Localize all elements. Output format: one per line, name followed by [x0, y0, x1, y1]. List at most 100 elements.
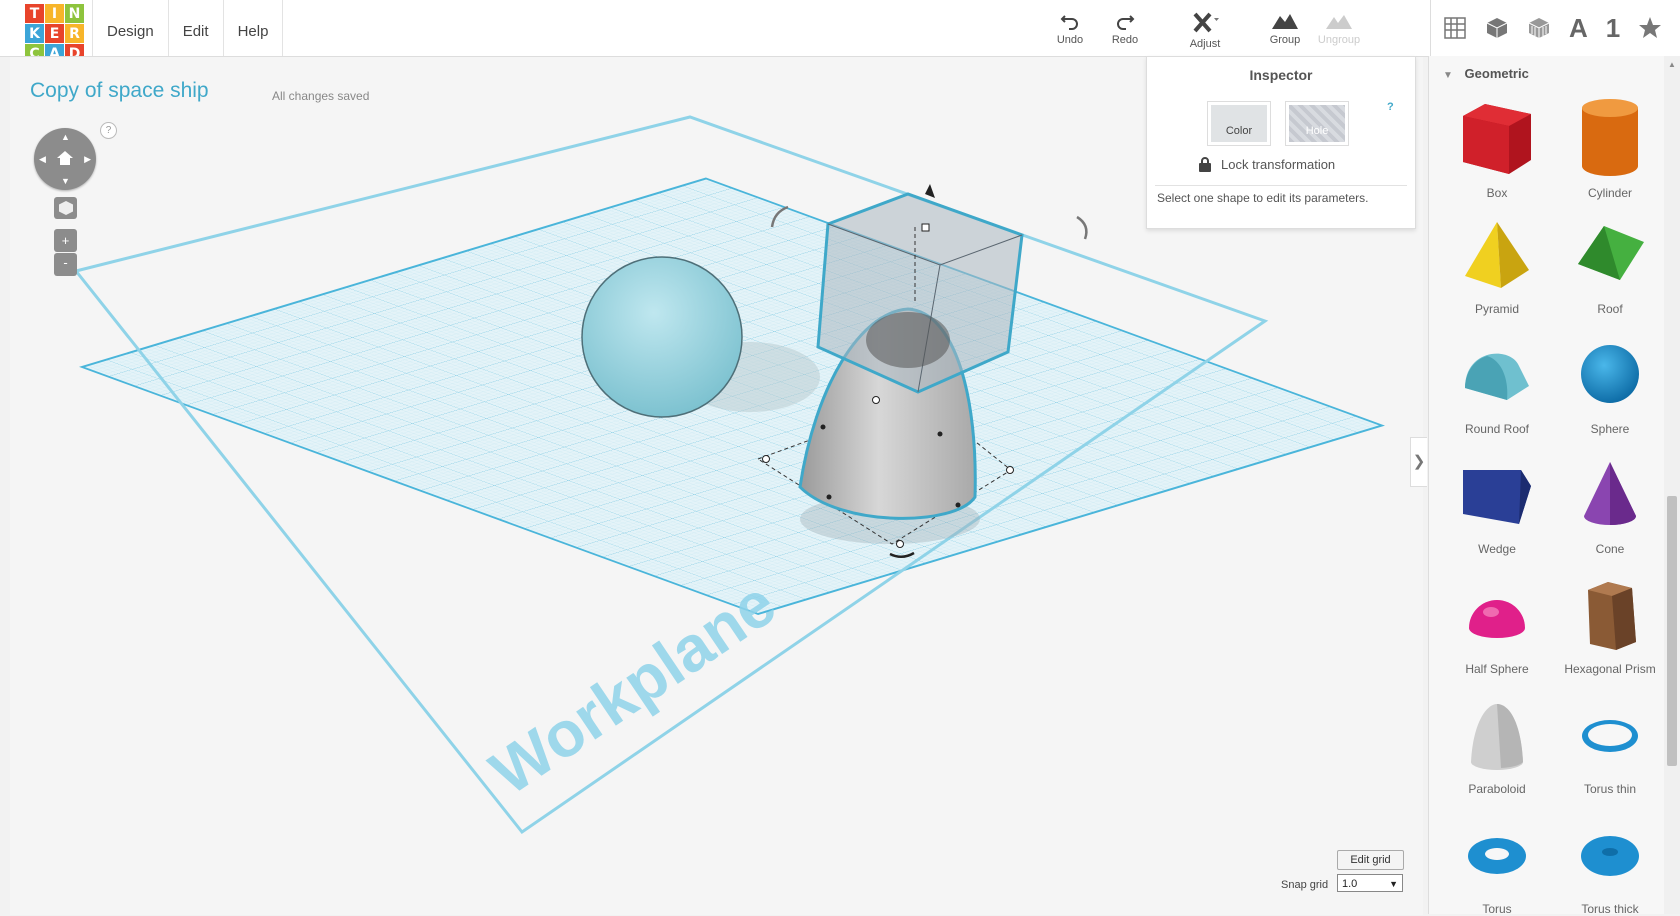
cube-icon: [58, 201, 73, 215]
shape-roof[interactable]: Roof: [1555, 218, 1665, 316]
roof-icon: [1578, 226, 1644, 280]
paraboloid-icon: [1471, 704, 1523, 770]
shape-torus-thin[interactable]: Torus thin: [1555, 698, 1665, 796]
box-icon: [1463, 104, 1531, 174]
orbit-left-icon[interactable]: ◀: [39, 154, 46, 165]
tinkercad-logo[interactable]: T I N K E R C A D: [25, 4, 85, 64]
lock-label: Lock transformation: [1221, 157, 1336, 172]
wireframe-box-icon[interactable]: [1527, 16, 1551, 40]
box-view-icon[interactable]: [1485, 16, 1509, 40]
shape-torus[interactable]: Torus: [1442, 818, 1552, 916]
view-tools: A 1: [1430, 0, 1662, 56]
redo-icon: [1117, 15, 1135, 30]
logo-letter: I: [45, 4, 64, 23]
zoom-in-button[interactable]: +: [54, 229, 77, 252]
color-label: Color: [1211, 105, 1267, 142]
shape-wedge[interactable]: Wedge: [1442, 458, 1552, 556]
shape-label: Pyramid: [1474, 302, 1519, 316]
chevron-down-icon: ▼: [1389, 879, 1398, 889]
group-button[interactable]: Group: [1257, 12, 1313, 46]
color-swatch-button[interactable]: Color: [1207, 101, 1271, 146]
redo-label: Redo: [1111, 34, 1139, 46]
shape-box[interactable]: Box: [1442, 98, 1552, 200]
orbit-down-icon[interactable]: ▼: [61, 176, 70, 186]
snap-grid-value: 1.0: [1342, 878, 1358, 890]
ungroup-icon: [1326, 15, 1352, 29]
star-icon[interactable]: [1638, 16, 1662, 40]
nav-help-button[interactable]: ?: [100, 122, 117, 139]
orbit-up-icon[interactable]: ▲: [61, 132, 70, 142]
shape-label: Cone: [1595, 542, 1625, 556]
collapse-sidebar-button[interactable]: ❯: [1410, 437, 1427, 487]
sphere-shape[interactable]: [581, 256, 743, 418]
hole-swatch-button[interactable]: Hole: [1285, 101, 1349, 146]
cone-icon: [1584, 462, 1636, 525]
shape-half-sphere[interactable]: Half Sphere: [1442, 578, 1552, 676]
inspector-help-button[interactable]: ?: [1387, 101, 1394, 113]
shape-label: Paraboloid: [1468, 782, 1526, 796]
adjust-label: Adjust: [1189, 38, 1221, 50]
top-bar: T I N K E R C A D Design Edit Help Undo …: [0, 0, 1680, 63]
shape-pyramid[interactable]: Pyramid: [1442, 218, 1552, 316]
menu-edit[interactable]: Edit: [169, 0, 224, 56]
edit-grid-button[interactable]: Edit grid: [1337, 850, 1404, 870]
hexagonal-prism-icon: [1588, 582, 1636, 650]
snap-grid-select[interactable]: 1.0 ▼: [1337, 874, 1403, 892]
orbit-control[interactable]: ▲ ▼ ◀ ▶: [34, 128, 96, 190]
pyramid-icon: [1465, 222, 1529, 288]
home-icon[interactable]: [56, 150, 74, 166]
zoom-out-button[interactable]: -: [54, 253, 77, 276]
redo-button[interactable]: Redo: [1097, 12, 1153, 46]
logo-letter: N: [65, 4, 84, 23]
fit-view-button[interactable]: [54, 197, 77, 219]
cylinder-icon: [1582, 99, 1638, 176]
inspector-message: Select one shape to edit its parameters.: [1157, 191, 1369, 205]
shape-label: Cylinder: [1587, 186, 1632, 200]
shape-sphere[interactable]: Sphere: [1555, 338, 1665, 436]
torus-thin-icon: [1582, 720, 1638, 752]
scrollbar-thumb[interactable]: [1667, 496, 1677, 766]
torus-icon: [1468, 838, 1526, 874]
half-sphere-icon: [1469, 600, 1525, 638]
shape-cone[interactable]: Cone: [1555, 458, 1665, 556]
shape-category-label: Geometric: [1464, 66, 1529, 81]
shape-label: Box: [1486, 186, 1508, 200]
undo-icon: [1060, 15, 1078, 30]
wedge-icon: [1463, 470, 1531, 524]
shape-label: Half Sphere: [1465, 662, 1529, 676]
shape-paraboloid[interactable]: Paraboloid: [1442, 698, 1552, 796]
lock-icon: [1199, 157, 1211, 172]
text-shapes-tool[interactable]: A: [1569, 13, 1588, 44]
ungroup-button[interactable]: Ungroup: [1311, 12, 1367, 46]
shape-label: Sphere: [1590, 422, 1630, 436]
adjust-button[interactable]: Adjust: [1177, 12, 1233, 50]
menu-help[interactable]: Help: [224, 0, 284, 56]
project-title[interactable]: Copy of space ship: [30, 79, 209, 103]
shape-label: Hexagonal Prism: [1564, 662, 1656, 676]
shape-category-header[interactable]: ▼ Geometric: [1443, 66, 1529, 81]
logo-letter: T: [25, 4, 44, 23]
shape-cylinder[interactable]: Cylinder: [1555, 98, 1665, 200]
snap-grid-label: Snap grid: [1281, 879, 1329, 891]
sidebar-scrollbar[interactable]: ▲: [1664, 56, 1680, 914]
torus-thick-icon: [1581, 836, 1639, 876]
shape-label: Round Roof: [1464, 422, 1530, 436]
number-shapes-tool[interactable]: 1: [1606, 13, 1620, 44]
ungroup-label: Ungroup: [1317, 34, 1361, 46]
hole-label: Hole: [1289, 105, 1345, 142]
undo-button[interactable]: Undo: [1042, 12, 1098, 46]
grid-view-icon[interactable]: [1443, 16, 1467, 40]
shape-hexagonal-prism[interactable]: Hexagonal Prism: [1555, 578, 1665, 676]
shape-torus-thick[interactable]: Torus thick: [1555, 818, 1665, 916]
logo-letter: K: [25, 24, 44, 43]
adjust-icon: [1193, 12, 1219, 33]
main-menu: Design Edit Help: [92, 0, 284, 56]
rotate-handle-icon[interactable]: [1076, 215, 1088, 240]
undo-label: Undo: [1056, 34, 1084, 46]
orbit-right-icon[interactable]: ▶: [84, 154, 91, 165]
lock-transformation-toggle[interactable]: Lock transformation: [1199, 157, 1335, 172]
menu-design[interactable]: Design: [92, 0, 169, 56]
scroll-up-icon[interactable]: ▲: [1664, 60, 1680, 69]
group-label: Group: [1269, 34, 1301, 46]
shape-round-roof[interactable]: Round Roof: [1442, 338, 1552, 436]
